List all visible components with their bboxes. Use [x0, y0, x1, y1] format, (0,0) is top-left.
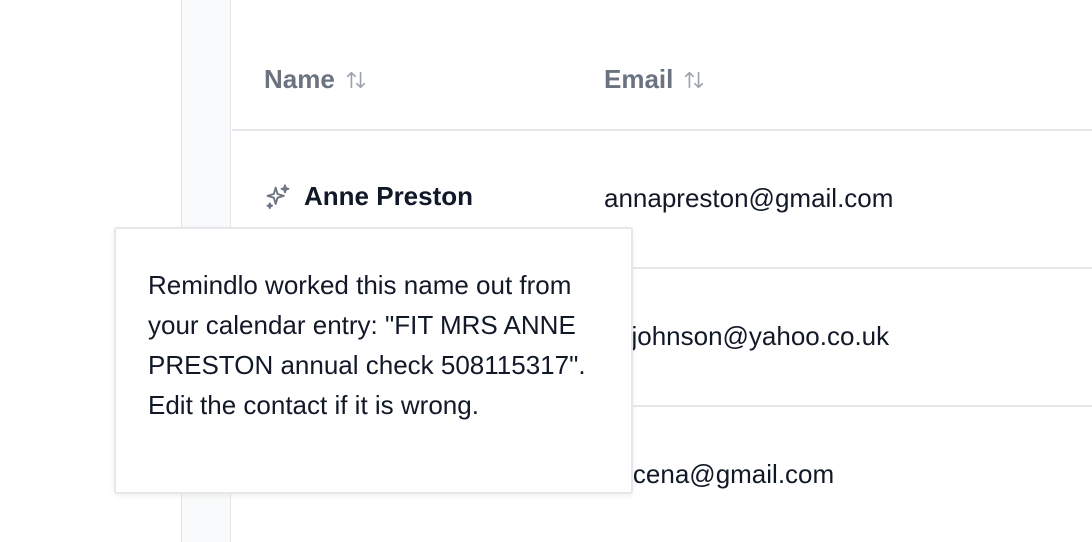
column-header-name[interactable]: Name — [264, 64, 367, 95]
sparkle-icon[interactable] — [264, 183, 292, 211]
column-header-name-label: Name — [264, 64, 335, 94]
column-header-email[interactable]: Email — [604, 64, 705, 95]
contact-name: Anne Preston — [304, 181, 474, 211]
contact-email: annapreston@gmail.com — [604, 183, 894, 213]
inferred-name-tooltip: Remindlo worked this name out from your … — [114, 227, 633, 494]
contact-name-cell: Anne Preston — [264, 181, 473, 212]
sort-arrows-icon[interactable] — [345, 69, 367, 91]
sort-arrows-icon[interactable] — [683, 69, 705, 91]
column-header-email-label: Email — [604, 64, 674, 94]
contact-email: kejohnson@yahoo.co.uk — [604, 321, 890, 351]
table-header: Name Email — [232, 0, 1092, 131]
contact-email: nncena@gmail.com — [604, 459, 835, 489]
tooltip-text: Remindlo worked this name out from your … — [148, 270, 586, 420]
